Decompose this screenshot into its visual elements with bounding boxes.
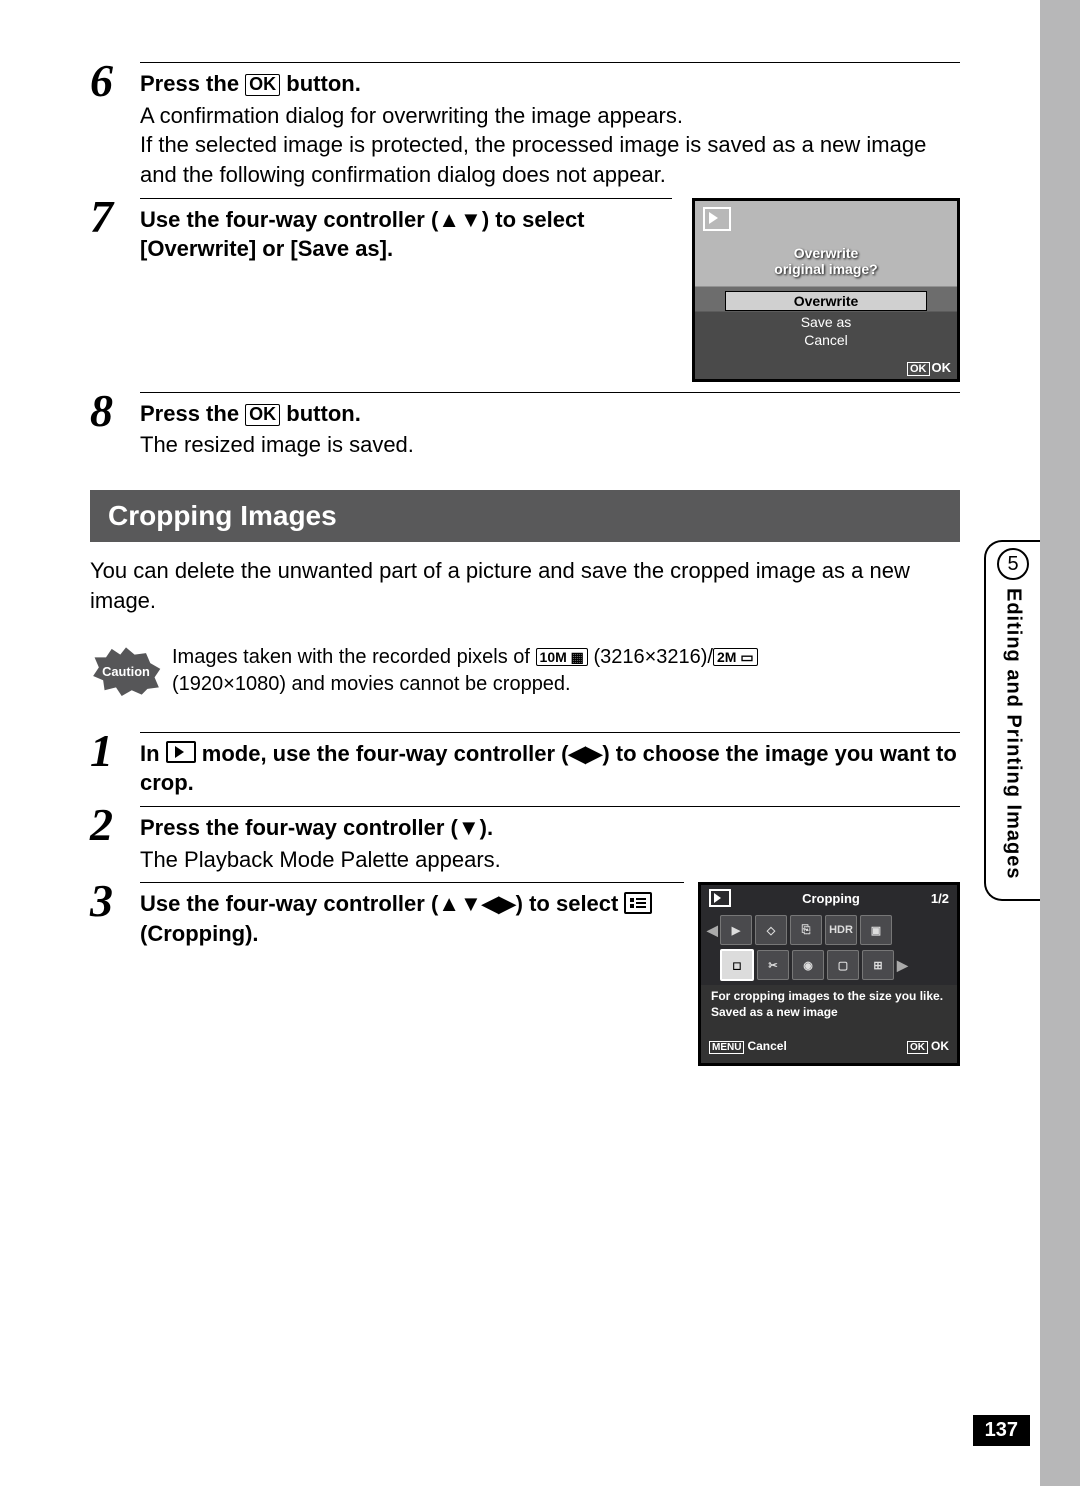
step-title: Use the four-way controller (▲▼◀▶) to se…	[140, 882, 684, 948]
text: (1920×1080) and movies cannot be cropped…	[172, 673, 571, 695]
manual-page: 6 Press the OK button. A confirmation di…	[0, 0, 1080, 1486]
option-cancel[interactable]: Cancel	[725, 331, 927, 349]
camera-screen-overwrite-dialog: Overwrite original image? Overwrite Save…	[692, 198, 960, 382]
palette-item[interactable]: ▣	[860, 915, 892, 945]
caution-note: Caution Images taken with the recorded p…	[90, 644, 960, 698]
section-intro: You can delete the unwanted part of a pi…	[90, 556, 960, 615]
text: Press the	[140, 71, 245, 96]
palette-item[interactable]: HDR	[825, 915, 857, 945]
ok-indicator: OKOK	[907, 1039, 949, 1053]
palette-description: For cropping images to the size you like…	[701, 985, 957, 1039]
section-heading: Cropping Images	[90, 490, 960, 542]
palette-item[interactable]: ▶	[720, 915, 752, 945]
chapter-number: 5	[997, 548, 1029, 580]
pixel-badge-icon: 10M ▦	[536, 648, 588, 667]
text: original image?	[695, 261, 957, 277]
step-2: 2 Press the four-way controller (▼). The…	[90, 804, 960, 874]
text: (Cropping).	[140, 921, 259, 946]
ok-button-icon: OK	[245, 404, 280, 426]
text: Cancel	[747, 1039, 786, 1053]
text: Overwrite	[695, 245, 957, 261]
palette-page: 1/2	[931, 891, 949, 906]
palette-grid: ◀ ▶ ◇ ⎘ HDR ▣ ▶ ◀ ◻ ✂ ◉ ▢ ⊞	[701, 911, 957, 985]
text: button.	[280, 71, 361, 96]
palette-item[interactable]: ✂	[757, 950, 789, 980]
playback-icon	[709, 889, 731, 907]
caution-text: Images taken with the recorded pixels of…	[172, 644, 758, 698]
text: (3216×3216)/	[588, 646, 713, 668]
step-number: 7	[90, 194, 140, 240]
chapter-title: Editing and Printing Images	[1002, 588, 1025, 879]
left-arrow-icon[interactable]: ◀	[707, 922, 717, 939]
step-number: 8	[90, 388, 140, 434]
palette-item-selected[interactable]: ◻	[720, 949, 754, 981]
palette-item[interactable]: ⎘	[790, 915, 822, 945]
ok-indicator: OKOK	[907, 360, 951, 375]
step-number: 1	[90, 728, 140, 774]
text: mode, use the four-way controller (◀▶) t…	[140, 741, 957, 796]
step-number: 3	[90, 878, 140, 924]
ok-badge-icon: OK	[907, 1041, 928, 1054]
text: OK	[932, 360, 952, 375]
text: In	[140, 741, 166, 766]
step-8: 8 Press the OK button. The resized image…	[90, 390, 960, 460]
step-title: In mode, use the four-way controller (◀▶…	[140, 732, 960, 798]
step-7: 7 Use the four-way controller (▲▼) to se…	[90, 196, 960, 382]
step-3: 3 Use the four-way controller (▲▼◀▶) to …	[90, 880, 960, 1066]
option-save-as[interactable]: Save as	[725, 313, 927, 331]
cropping-icon	[624, 892, 652, 914]
step-description: A confirmation dialog for overwriting th…	[140, 101, 960, 190]
playback-mode-icon	[166, 741, 196, 763]
dialog-prompt: Overwrite original image?	[695, 245, 957, 277]
pixel-badge-icon: 2M ▭	[713, 648, 758, 667]
step-title: Press the OK button.	[140, 62, 960, 99]
text: Use the four-way controller (▲▼◀▶) to se…	[140, 891, 624, 916]
step-title: Press the OK button.	[140, 392, 960, 429]
palette-item[interactable]: ▢	[827, 950, 859, 980]
text: button.	[280, 401, 361, 426]
palette-item[interactable]: ⊞	[862, 950, 894, 980]
step-number: 6	[90, 58, 140, 104]
dialog-menu: Overwrite Save as Cancel	[725, 289, 927, 349]
step-description: The resized image is saved.	[140, 430, 960, 460]
camera-screen-palette: Cropping 1/2 ◀ ▶ ◇ ⎘ HDR ▣ ▶ ◀	[698, 882, 960, 1066]
step-title: Press the four-way controller (▼).	[140, 806, 960, 843]
menu-cancel: MENUCancel	[709, 1039, 787, 1053]
playback-icon	[703, 207, 731, 231]
step-1: 1 In mode, use the four-way controller (…	[90, 730, 960, 798]
palette-item[interactable]: ◉	[792, 950, 824, 980]
step-title: Use the four-way controller (▲▼) to sele…	[140, 198, 672, 264]
ok-badge-icon: OK	[907, 362, 930, 376]
step-number: 2	[90, 802, 140, 848]
text: Press the	[140, 401, 245, 426]
step-description: The Playback Mode Palette appears.	[140, 845, 960, 875]
ok-button-icon: OK	[245, 74, 280, 96]
option-overwrite[interactable]: Overwrite	[725, 291, 927, 311]
chapter-tab: 5 Editing and Printing Images	[984, 540, 1040, 901]
palette-item[interactable]: ◇	[755, 915, 787, 945]
page-edge-stripe	[1040, 0, 1080, 1486]
step-6: 6 Press the OK button. A confirmation di…	[90, 60, 960, 190]
caution-icon: Caution	[90, 646, 162, 696]
page-number: 137	[973, 1415, 1030, 1446]
text: OK	[931, 1039, 949, 1053]
svg-text:Caution: Caution	[102, 664, 150, 679]
right-arrow-icon[interactable]: ▶	[897, 957, 907, 974]
menu-badge-icon: MENU	[709, 1041, 744, 1054]
text: Images taken with the recorded pixels of	[172, 646, 536, 668]
palette-title: Cropping	[802, 891, 860, 906]
